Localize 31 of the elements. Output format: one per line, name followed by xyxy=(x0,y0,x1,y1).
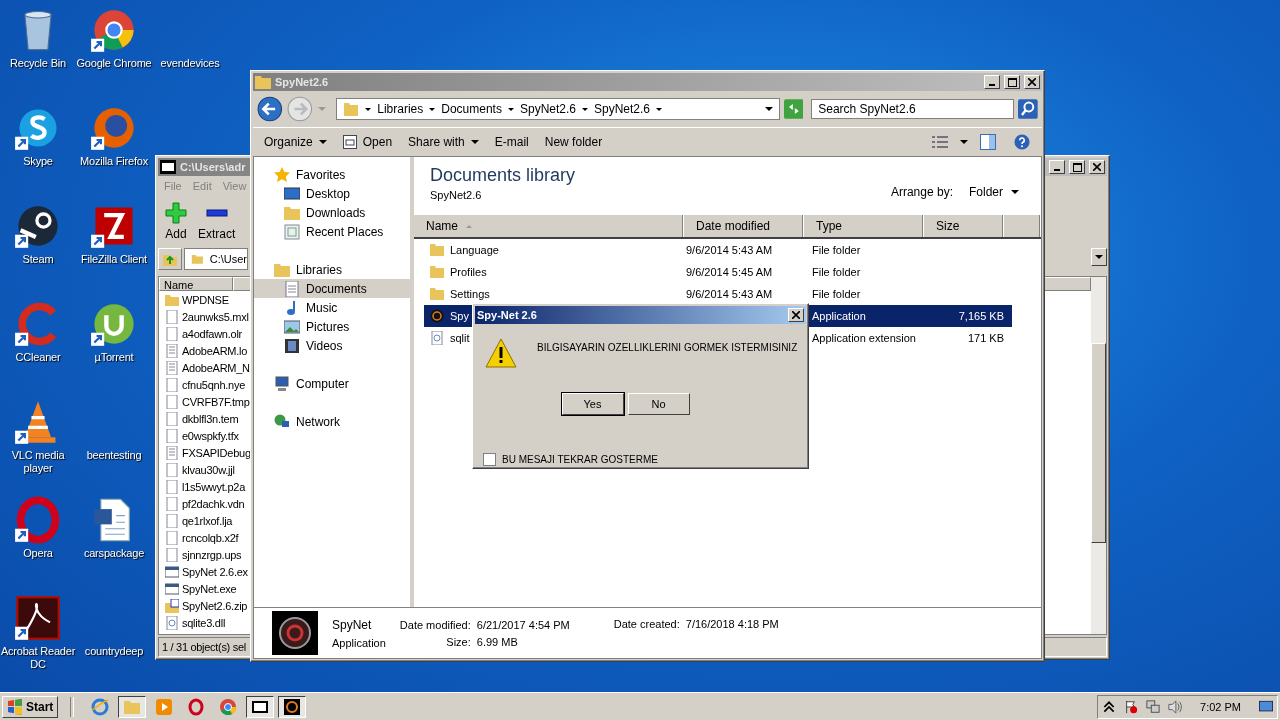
file-name: SpyNet xyxy=(332,617,373,632)
type-cell: File folder xyxy=(812,244,861,256)
file-name: sqlit xyxy=(450,332,470,344)
dialog-title: Spy-Net 2.6 xyxy=(477,309,537,321)
library-path: SpyNet2.6 xyxy=(430,189,483,201)
type-cell: File folder xyxy=(812,266,861,278)
date-cell: 9/6/2014 5:43 AM xyxy=(686,244,773,256)
window-title: SpyNet2.6 xyxy=(275,76,329,88)
library-title: Documents library xyxy=(430,165,577,186)
file-type: Application xyxy=(332,636,386,649)
type-cell: File folder xyxy=(812,288,861,300)
file-name: Settings xyxy=(450,288,490,300)
property-label: Date modified: xyxy=(399,618,471,631)
property-value: 6/21/2017 4:54 PM xyxy=(476,618,570,631)
status-text: 1 / 31 object(s) sel xyxy=(162,641,246,653)
type-cell: Application extension xyxy=(812,332,916,344)
property-value: 6.99 MB xyxy=(476,635,518,648)
size-cell: 171 KB xyxy=(967,332,1004,344)
file-name: Spy xyxy=(450,310,469,322)
date-cell: 9/6/2014 5:45 AM xyxy=(686,266,773,278)
file-name: Language xyxy=(450,244,499,256)
dialog-message: BILGISAYARIN OZELLIKLERINI GORMEK ISTERMISINIZ xyxy=(537,342,798,353)
size-cell: 7,165 KB xyxy=(958,310,1004,322)
property-label: Size: xyxy=(446,635,471,648)
property-value: 7/16/2018 4:18 PM xyxy=(685,618,779,630)
arrange-label: Arrange by: xyxy=(890,185,953,199)
property-label: Date created: xyxy=(613,618,680,630)
file-name: Profiles xyxy=(450,266,487,278)
date-cell: 9/6/2014 5:43 AM xyxy=(686,288,773,300)
type-cell: Application xyxy=(812,310,866,322)
window-title: C:\Users\adr xyxy=(180,161,246,173)
